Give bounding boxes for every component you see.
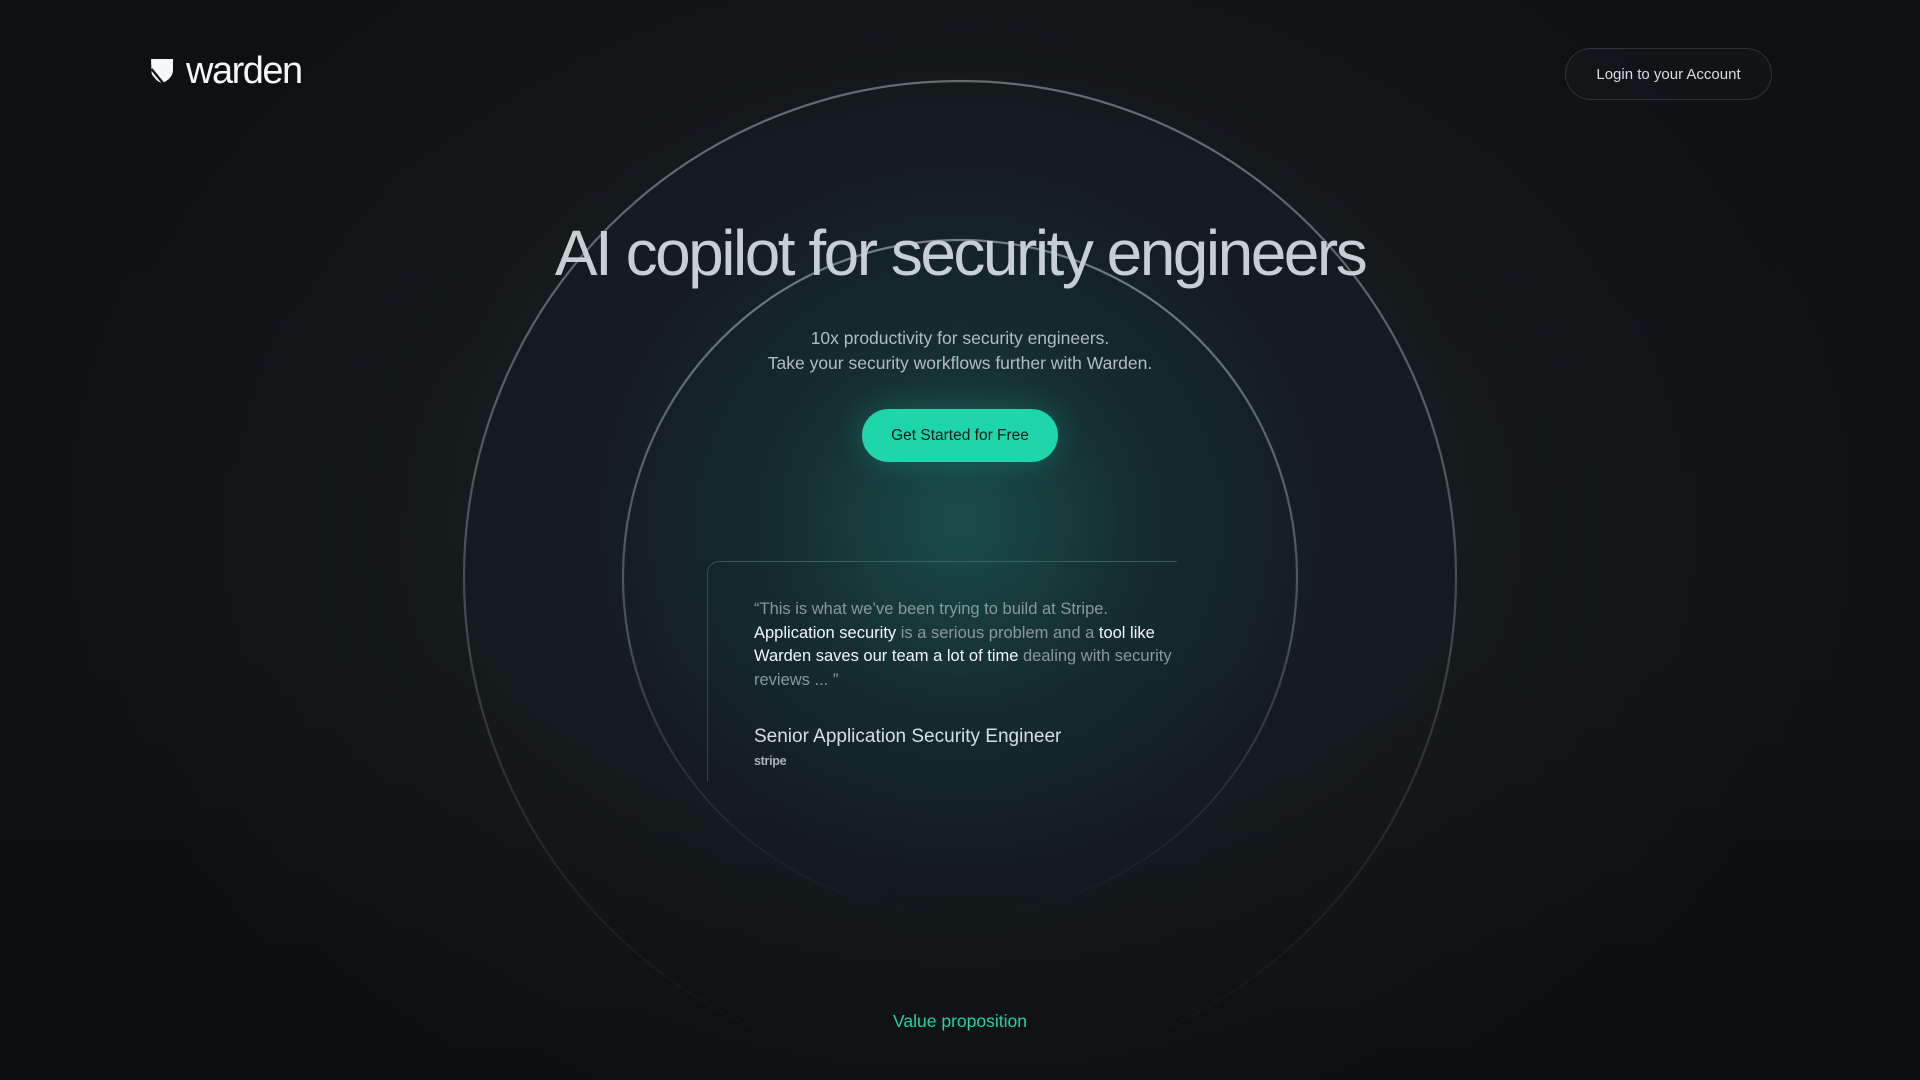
testimonial-quote: “This is what we’ve been trying to build…	[754, 598, 1174, 692]
hero-subtitle-line-2: Take your security workflows further wit…	[767, 353, 1153, 373]
login-button[interactable]: Login to your Account	[1565, 48, 1772, 100]
brand-name: warden	[186, 50, 303, 92]
warden-shield-icon	[150, 59, 173, 84]
landing-page: warden Login to your Account AI copilot …	[0, 0, 1920, 1080]
hero-title: AI copilot for security engineers	[554, 217, 1368, 289]
decorative-rings	[462, 79, 1458, 1075]
testimonial-company-logo: stripe	[754, 754, 787, 768]
testimonial-card: “This is what we’ve been trying to build…	[707, 561, 1177, 781]
hero-subtitle: 10x productivity for security engineers.…	[0, 326, 1920, 376]
value-proposition-link[interactable]: Value proposition	[0, 1011, 1920, 1032]
quote-highlight: Application security	[754, 623, 897, 642]
quote-part: is a serious problem and a	[896, 623, 1099, 642]
testimonial-author-title: Senior Application Security Engineer	[754, 726, 1062, 747]
quote-part: “This is what we’ve been trying to build…	[754, 600, 1109, 618]
get-started-button[interactable]: Get Started for Free	[862, 409, 1058, 462]
hero-subtitle-line-1: 10x productivity for security engineers.	[810, 328, 1110, 348]
brand-logo[interactable]: warden	[150, 50, 303, 92]
background-vignette	[0, 0, 1920, 1080]
